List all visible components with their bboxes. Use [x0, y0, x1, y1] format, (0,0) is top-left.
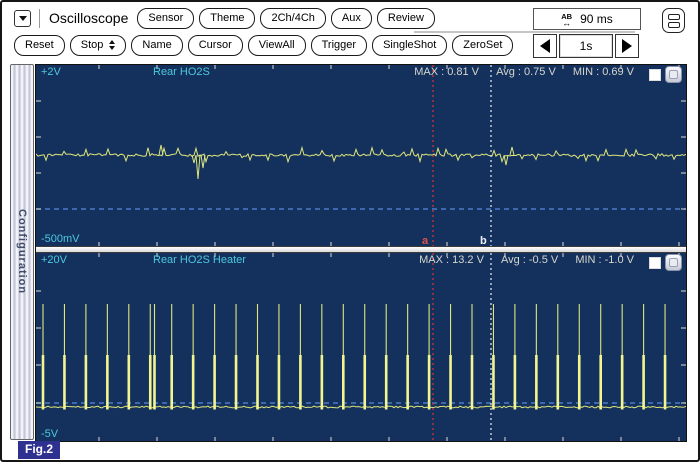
- channel-1-display[interactable]: +2V Rear HO2S MAX : 0.81 V Avg : 0.75 V …: [36, 65, 686, 246]
- viewall-button[interactable]: ViewAll: [248, 35, 306, 56]
- review-button[interactable]: Review: [377, 8, 435, 29]
- ab-time-readout[interactable]: AB ↔ 90 ms: [533, 8, 641, 30]
- channel-2-settings-button[interactable]: [665, 254, 682, 271]
- stop-button[interactable]: Stop: [70, 35, 127, 56]
- channel-1-checkbox[interactable]: [649, 69, 661, 81]
- left-arrow-icon: [540, 39, 550, 53]
- min-readout: MIN : -1.0 V: [575, 254, 634, 266]
- oscilloscope-window: Oscilloscope Sensor Theme 2Ch/4Ch Aux Re…: [0, 0, 700, 462]
- avg-readout: Avg : 0.75 V: [496, 66, 556, 78]
- zeroset-button[interactable]: ZeroSet: [452, 35, 513, 56]
- toolbar-separator: [414, 31, 635, 33]
- channel-1-name: Rear HO2S: [153, 66, 210, 78]
- ab-time-value: 90 ms: [580, 12, 613, 26]
- channel-mode-button[interactable]: 2Ch/4Ch: [260, 8, 325, 29]
- menu-button[interactable]: [662, 8, 685, 33]
- title-separator: [39, 9, 40, 28]
- channel-1-settings-button[interactable]: [665, 66, 682, 83]
- channel-1-scale-top: +2V: [41, 66, 61, 78]
- timebase-prev-button[interactable]: [533, 34, 557, 58]
- channel-2-display[interactable]: +20V Rear HO2S Heater MAX : 13.2 V Avg :…: [36, 253, 686, 441]
- trigger-button[interactable]: Trigger: [311, 35, 367, 56]
- singleshot-button[interactable]: SingleShot: [372, 35, 447, 56]
- sensor-button[interactable]: Sensor: [137, 8, 194, 29]
- channel-1-scale-bottom: -500mV: [41, 233, 80, 245]
- channel-2-stats: MAX : 13.2 V Avg : -0.5 V MIN : -1.0 V: [419, 254, 634, 266]
- dropdown-arrow-icon: [19, 16, 27, 21]
- ab-marker-icon: AB ↔: [561, 13, 572, 26]
- max-readout: MAX : 13.2 V: [419, 254, 484, 266]
- channel-2-waveform: [36, 253, 686, 441]
- cursor-a-label[interactable]: a: [422, 236, 428, 246]
- toolbar-row-1: Oscilloscope Sensor Theme 2Ch/4Ch Aux Re…: [14, 7, 435, 29]
- channel-2-scale-top: +20V: [41, 254, 67, 266]
- timebase-cluster: 1s: [533, 34, 639, 58]
- channel-1-waveform: [36, 65, 686, 246]
- channel-1-stats: MAX : 0.81 V Avg : 0.75 V MIN : 0.69 V: [414, 66, 634, 78]
- configuration-label: Configuration: [16, 209, 28, 294]
- max-readout: MAX : 0.81 V: [414, 66, 479, 78]
- window-menu-button[interactable]: [14, 10, 31, 27]
- channel-2-checkbox[interactable]: [649, 257, 661, 269]
- reset-button[interactable]: Reset: [14, 35, 65, 56]
- channel-2-name: Rear HO2S Heater: [153, 254, 246, 266]
- name-button[interactable]: Name: [131, 35, 182, 56]
- cursor-button[interactable]: Cursor: [188, 35, 243, 56]
- page-title: Oscilloscope: [49, 10, 128, 26]
- timebase-value[interactable]: 1s: [559, 34, 613, 58]
- figure-caption-badge: Fig.2: [18, 441, 60, 459]
- right-arrow-icon: [622, 39, 632, 53]
- toolbar-row-2: Reset Stop Name Cursor ViewAll Trigger S…: [14, 34, 513, 56]
- avg-readout: Avg : -0.5 V: [501, 254, 558, 266]
- timebase-next-button[interactable]: [615, 34, 639, 58]
- stacked-windows-icon: [668, 14, 680, 20]
- scope-display: +2V Rear HO2S MAX : 0.81 V Avg : 0.75 V …: [35, 64, 687, 442]
- channel-divider[interactable]: [36, 246, 686, 253]
- min-readout: MIN : 0.69 V: [573, 66, 634, 78]
- channel-2-scale-bottom: -5V: [41, 428, 58, 440]
- cursor-b-label[interactable]: b: [480, 236, 487, 246]
- aux-button[interactable]: Aux: [331, 8, 372, 29]
- stop-spinner-icon[interactable]: [109, 40, 115, 50]
- configuration-handle[interactable]: Configuration: [10, 64, 34, 440]
- theme-button[interactable]: Theme: [199, 8, 255, 29]
